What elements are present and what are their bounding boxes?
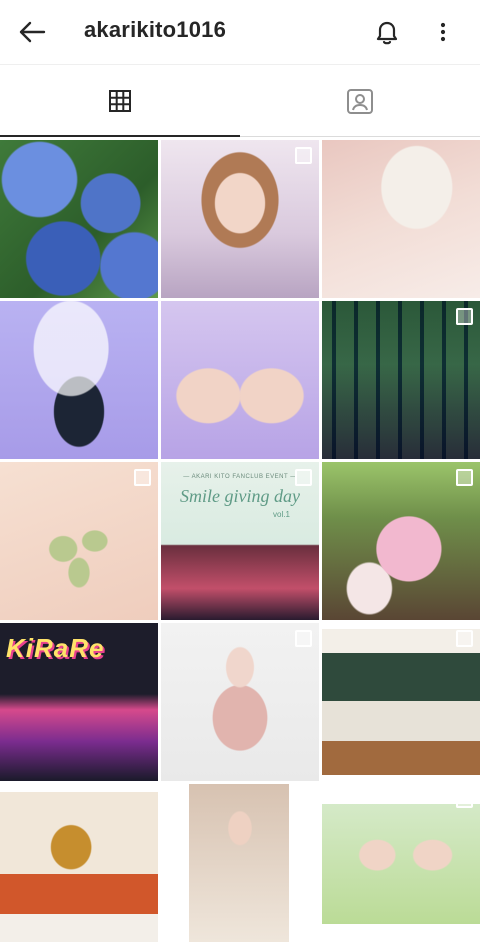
post-thumbnail[interactable]: [0, 784, 158, 942]
post-thumbnail[interactable]: [322, 140, 480, 298]
multiple-photos-icon: [134, 469, 151, 486]
post-thumbnail[interactable]: [0, 301, 158, 459]
multiple-photos-icon: [456, 630, 473, 647]
tagged-person-icon: [347, 89, 373, 114]
multiple-photos-icon: [295, 147, 312, 164]
post-thumbnail[interactable]: — AKARI KITO FANCLUB EVENT — Smile givin…: [161, 462, 319, 620]
multiple-photos-icon: [456, 308, 473, 325]
notifications-button[interactable]: [368, 14, 406, 50]
more-vertical-icon: [440, 22, 446, 42]
back-button[interactable]: [14, 14, 50, 50]
post-thumbnail[interactable]: [0, 462, 158, 620]
post-thumbnail[interactable]: [322, 623, 480, 781]
multiple-photos-icon: [456, 791, 473, 808]
kirare-logo-text: KiRaRe: [6, 633, 105, 663]
post-thumbnail[interactable]: KiRaRe: [0, 623, 158, 781]
event-volume: vol.1: [273, 510, 290, 519]
arrow-left-icon: [19, 21, 46, 43]
profile-tabs: [0, 65, 480, 137]
post-thumbnail[interactable]: [322, 462, 480, 620]
post-thumbnail[interactable]: [161, 140, 319, 298]
bell-icon: [376, 21, 398, 45]
multiple-photos-icon: [295, 630, 312, 647]
post-thumbnail[interactable]: [322, 301, 480, 459]
more-options-button[interactable]: [428, 14, 458, 50]
posts-grid: — AKARI KITO FANCLUB EVENT — Smile givin…: [0, 140, 480, 942]
event-title: Smile giving day: [180, 486, 300, 506]
multiple-photos-icon: [295, 469, 312, 486]
tab-posts-grid[interactable]: [0, 65, 240, 137]
post-thumbnail[interactable]: [322, 784, 480, 942]
grid-icon: [109, 90, 131, 112]
tab-tagged[interactable]: [240, 65, 480, 137]
post-thumbnail[interactable]: [161, 623, 319, 781]
multiple-photos-icon: [456, 469, 473, 486]
top-bar: akarikito1016: [0, 0, 480, 64]
post-thumbnail[interactable]: [161, 301, 319, 459]
post-thumbnail[interactable]: [161, 784, 319, 942]
post-thumbnail[interactable]: [0, 140, 158, 298]
profile-username: akarikito1016: [84, 17, 227, 42]
